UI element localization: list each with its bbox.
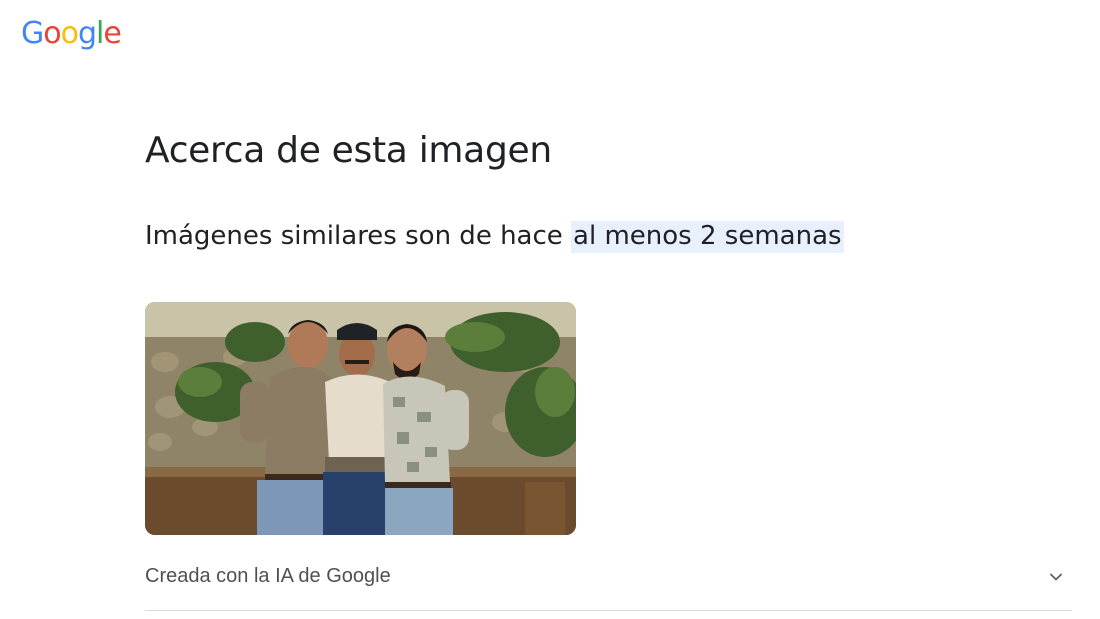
image-thumbnail[interactable] xyxy=(145,302,576,535)
image-age-highlight: al menos 2 semanas xyxy=(571,221,844,253)
about-this-image-page: Google Acerca de esta imagen Imágenes si… xyxy=(0,0,1100,619)
logo-letter-o1: o xyxy=(43,16,61,51)
image-age-prefix: Imágenes similares son de hace xyxy=(145,221,572,251)
logo-letter-e: e xyxy=(103,16,121,51)
google-logo[interactable]: Google xyxy=(21,14,122,54)
photo-illustration xyxy=(145,302,576,535)
logo-letter-o2: o xyxy=(60,16,79,51)
chevron-down-icon[interactable] xyxy=(1046,567,1066,587)
ai-created-label: Creada con la IA de Google xyxy=(145,565,391,587)
logo-letter-g2: g xyxy=(77,16,97,51)
image-age-statement: Imágenes similares son de hace al menos … xyxy=(145,217,844,255)
ai-created-expander[interactable]: Creada con la IA de Google xyxy=(145,555,1072,611)
page-title: Acerca de esta imagen xyxy=(145,130,552,171)
logo-letter-l: l xyxy=(96,16,104,51)
logo-letter-g: G xyxy=(21,16,44,51)
